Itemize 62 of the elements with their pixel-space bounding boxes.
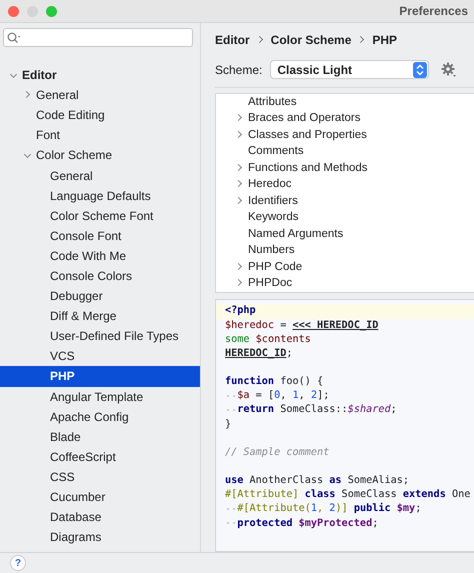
sidebar-item[interactable]: Console Font — [0, 226, 200, 246]
sidebar-item[interactable]: Console Colors — [0, 266, 200, 286]
category-item[interactable]: Comments — [234, 143, 474, 160]
close-button[interactable] — [8, 6, 19, 16]
sidebar-item[interactable]: Editor — [0, 65, 200, 86]
help-button[interactable]: ? — [10, 555, 26, 571]
code-line: return SomeClass::$shared; — [225, 404, 397, 416]
sidebar-item[interactable]: Color Scheme Font — [0, 206, 200, 226]
category-item[interactable]: Named Arguments — [234, 226, 474, 242]
category-item[interactable]: Heredoc — [234, 176, 474, 193]
category-item[interactable]: Numbers — [234, 242, 474, 259]
stepper-icon — [413, 62, 428, 78]
sidebar-item[interactable]: General — [0, 165, 200, 186]
breadcrumb-item[interactable]: Color Scheme — [270, 32, 352, 47]
code-line: $a = [0, 1, 2]; — [225, 390, 330, 402]
sidebar-item[interactable]: Code Editing — [0, 105, 200, 126]
sidebar-item[interactable]: User-Defined File Types — [0, 326, 200, 346]
code-line: $heredoc = <<< HEREDOC_ID — [225, 320, 378, 331]
sidebar-item[interactable]: CSS — [0, 466, 200, 487]
sidebar-item[interactable]: CoffeeScript — [0, 446, 200, 467]
code-line: protected $myProtected; — [225, 518, 378, 529]
search-field[interactable] — [3, 28, 193, 47]
sidebar-item[interactable]: Diff & Merge — [0, 306, 200, 326]
breadcrumb-item[interactable]: Editor — [215, 32, 250, 47]
sidebar-item[interactable]: Cucumber — [0, 486, 200, 508]
code-line: } — [225, 418, 232, 430]
category-item[interactable]: Keywords — [234, 209, 474, 226]
category-item[interactable]: Braces and Operators — [234, 110, 474, 127]
code-line: <?php — [225, 305, 256, 316]
category-item[interactable]: PHPDoc — [234, 275, 474, 292]
sidebar-item[interactable]: Database — [0, 507, 200, 528]
category-item[interactable]: Functions and Methods — [234, 160, 474, 176]
sidebar-item[interactable]: Color Scheme — [0, 145, 200, 166]
sidebar-item[interactable]: Diagrams — [0, 527, 200, 548]
code-line: function foo() { — [225, 376, 324, 388]
scheme-dropdown[interactable]: Classic Light — [270, 60, 430, 80]
code-line: #[Attribute(1, 2)] public $my; — [225, 503, 422, 514]
category-item[interactable]: Classes and Properties — [234, 126, 474, 144]
zoom-button[interactable] — [46, 6, 57, 16]
category-item[interactable]: Attributes — [234, 94, 474, 110]
sidebar-item[interactable]: General — [0, 85, 200, 106]
sidebar-item[interactable]: Angular Template — [0, 386, 200, 407]
category-item[interactable]: PHP Code — [234, 258, 474, 276]
sidebar-item[interactable]: Debugger — [0, 286, 200, 306]
code-line: #[Attribute] class SomeClass extends One — [225, 489, 470, 500]
scheme-label: Scheme: — [215, 62, 262, 77]
code-line: // Sample comment — [225, 446, 330, 458]
sidebar-item[interactable]: Apache Config — [0, 406, 200, 427]
sidebar-item[interactable]: VCS — [0, 346, 200, 366]
settings-icon[interactable] — [441, 62, 458, 78]
sidebar-item[interactable]: Language Defaults — [0, 186, 200, 206]
code-line: use AnotherClass as SomeAlias; — [225, 475, 410, 486]
window-title: Preferences — [399, 4, 468, 18]
breadcrumb-item[interactable]: PHP — [372, 32, 398, 47]
search-icon — [7, 32, 21, 44]
sidebar-item[interactable]: Code With Me — [0, 246, 200, 266]
sidebar-item[interactable]: PHP — [0, 366, 200, 386]
sidebar-item[interactable]: Font — [0, 125, 200, 146]
sidebar-item[interactable]: Blade — [0, 426, 200, 447]
code-line: some $contents — [225, 334, 311, 345]
code-line: HEREDOC_ID; — [225, 348, 292, 359]
category-item[interactable]: Identifiers — [234, 192, 474, 210]
